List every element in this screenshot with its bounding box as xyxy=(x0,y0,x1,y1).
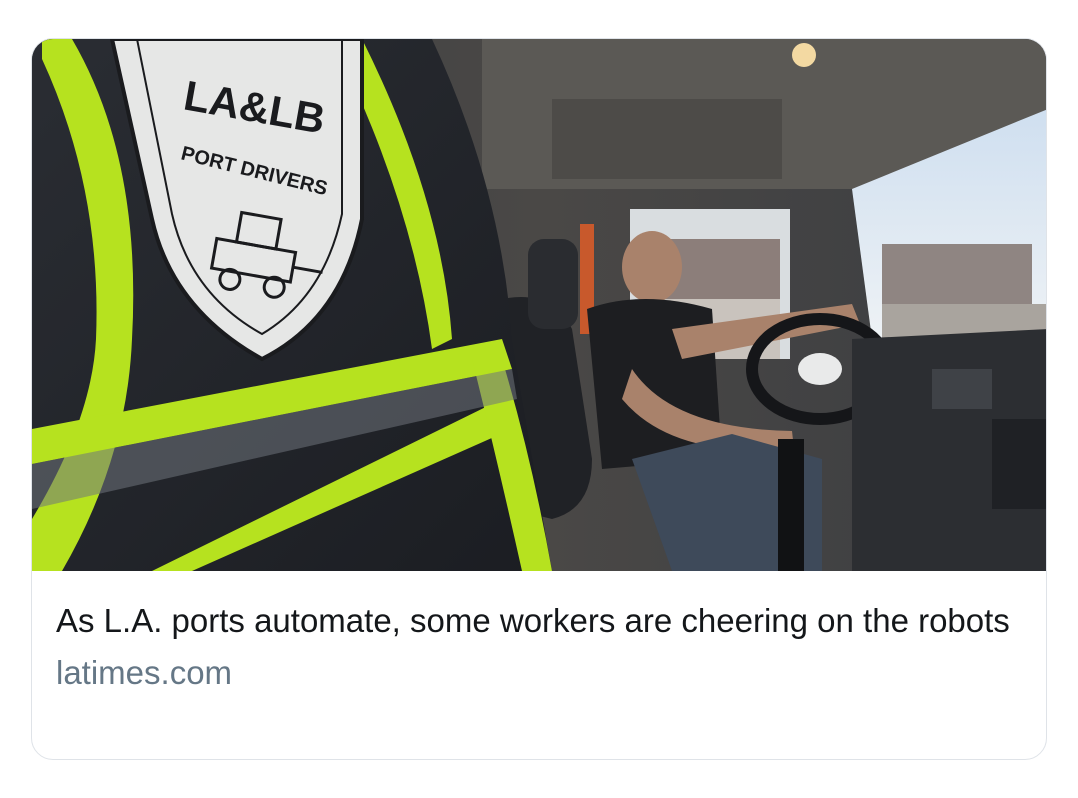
article-headline[interactable]: As L.A. ports automate, some workers are… xyxy=(56,597,1026,645)
link-preview-text[interactable]: As L.A. ports automate, some workers are… xyxy=(56,597,1026,695)
article-thumbnail[interactable]: LA&LB PORT DRIVERS xyxy=(32,39,1046,571)
link-preview-card[interactable]: LA&LB PORT DRIVERS As L.A. ports automat… xyxy=(31,38,1047,760)
trucker-cab-photo: LA&LB PORT DRIVERS xyxy=(32,39,1046,571)
source-domain: latimes.com xyxy=(56,654,233,691)
